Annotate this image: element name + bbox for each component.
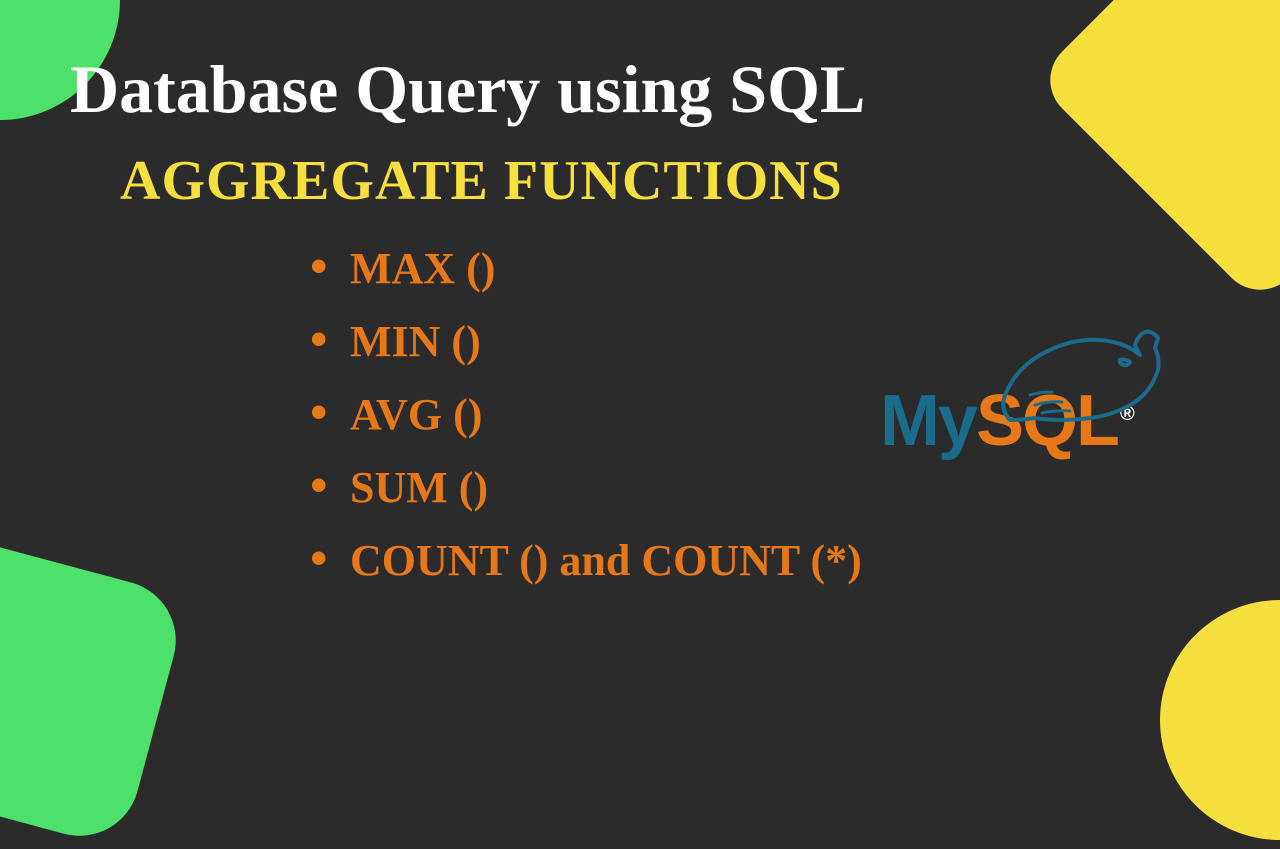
subtitle: AGGREGATE FUNCTIONS xyxy=(120,149,1220,213)
function-item: SUM () xyxy=(310,462,1220,513)
main-title: Database Query using SQL xyxy=(70,50,1220,129)
function-item: MIN () xyxy=(310,316,1220,367)
function-item: COUNT () and COUNT (*) xyxy=(310,535,1220,586)
slide-content: Database Query using SQL AGGREGATE FUNCT… xyxy=(0,0,1280,658)
function-item: MAX () xyxy=(310,243,1220,294)
function-item: AVG () xyxy=(310,389,1220,440)
function-list: MAX () MIN () AVG () SUM () COUNT () and… xyxy=(310,243,1220,586)
